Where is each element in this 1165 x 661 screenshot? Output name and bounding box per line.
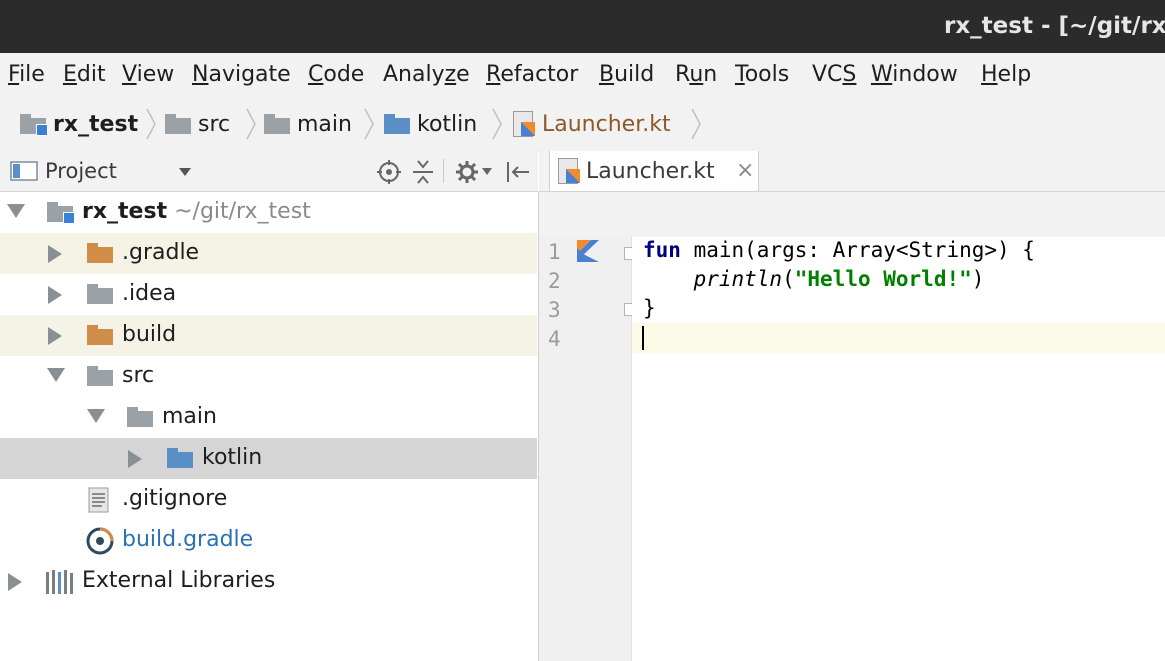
- tree-node-build[interactable]: build: [0, 315, 537, 356]
- folder-icon: [127, 407, 153, 427]
- tree-node-main[interactable]: main: [0, 397, 537, 438]
- close-tab-icon[interactable]: ×: [736, 158, 754, 183]
- tab-launcher-kt[interactable]: Launcher.kt ×: [549, 151, 759, 191]
- hide-panel-icon[interactable]: [505, 160, 531, 184]
- expand-arrow-icon[interactable]: [87, 409, 105, 423]
- line-number: 1: [548, 240, 561, 264]
- source-folder-icon: [384, 114, 410, 134]
- project-view-selector[interactable]: Project: [45, 159, 117, 183]
- editor-tab-bar: Launcher.kt ×: [539, 151, 1165, 192]
- module-folder-icon: [20, 114, 48, 136]
- menu-bar: File Edit View Navigate Code Analyze Ref…: [0, 53, 1165, 97]
- text-file-icon: [88, 487, 109, 513]
- breadcrumb-main[interactable]: main: [264, 97, 352, 151]
- menu-help[interactable]: Help: [981, 62, 1031, 87]
- toolbar-divider: [443, 159, 444, 183]
- excluded-folder-icon: [87, 325, 113, 345]
- module-folder-icon: [47, 202, 75, 224]
- line-number: 2: [548, 269, 561, 293]
- collapsed-arrow-icon[interactable]: [48, 286, 62, 304]
- text-caret: [642, 326, 644, 350]
- kotlin-file-icon: [513, 111, 535, 137]
- library-icon: [46, 570, 73, 594]
- menu-view[interactable]: View: [122, 62, 174, 87]
- chevron-right-icon: [364, 108, 374, 140]
- expand-arrow-icon[interactable]: [7, 204, 25, 218]
- expand-arrow-icon[interactable]: [47, 368, 65, 382]
- folder-icon: [87, 366, 113, 386]
- menu-edit[interactable]: Edit: [63, 62, 106, 87]
- current-line-highlight: [632, 323, 1165, 353]
- tree-node-idea[interactable]: .idea: [0, 274, 537, 315]
- code-line-2: println("Hello World!"): [693, 267, 985, 291]
- tree-node-external-libraries[interactable]: External Libraries: [0, 561, 537, 602]
- tree-node-build-gradle[interactable]: build.gradle: [0, 520, 537, 561]
- breadcrumb-kotlin[interactable]: kotlin: [384, 97, 477, 151]
- collapsed-arrow-icon[interactable]: [128, 450, 142, 468]
- locate-file-icon[interactable]: [377, 160, 401, 184]
- chevron-right-icon: [146, 108, 156, 140]
- window-title: rx_test - [~/git/rx: [944, 13, 1165, 39]
- breadcrumb-src[interactable]: src: [165, 97, 230, 151]
- chevron-right-icon: [492, 108, 502, 140]
- folder-icon: [165, 114, 191, 134]
- menu-vcs[interactable]: VCS: [812, 62, 856, 87]
- code-line-1: fun main(args: Array<String>) {: [643, 238, 1035, 262]
- project-tree: rx_test ~/git/rx_test .gradle .idea buil…: [0, 192, 539, 661]
- line-number: 3: [548, 298, 561, 322]
- breadcrumb-rx-test[interactable]: rx_test: [20, 97, 138, 151]
- dropdown-arrow-icon[interactable]: [178, 167, 192, 177]
- run-main-icon[interactable]: [577, 240, 599, 262]
- tree-node-kotlin[interactable]: kotlin: [0, 438, 537, 479]
- excluded-folder-icon: [87, 243, 113, 263]
- menu-build[interactable]: Build: [599, 62, 654, 87]
- breadcrumb-launcher-kt[interactable]: Launcher.kt: [513, 97, 671, 151]
- tree-node-gradle-dir[interactable]: .gradle: [0, 233, 537, 274]
- tree-node-rx-test[interactable]: rx_test ~/git/rx_test: [0, 192, 537, 233]
- menu-window[interactable]: Window: [871, 62, 958, 87]
- tree-node-gitignore[interactable]: .gitignore: [0, 479, 537, 520]
- chevron-right-icon: [691, 108, 701, 140]
- tree-node-src[interactable]: src: [0, 356, 537, 397]
- kotlin-file-icon: [558, 158, 580, 184]
- editor-header-strip: [539, 192, 1165, 237]
- gear-dropdown-arrow-icon[interactable]: [482, 168, 492, 176]
- line-number: 4: [548, 327, 561, 351]
- window-titlebar: rx_test - [~/git/rx: [0, 0, 1165, 53]
- menu-analyze[interactable]: Analyze: [383, 62, 470, 87]
- code-line-3: }: [643, 296, 656, 320]
- project-view-icon: [10, 161, 38, 181]
- menu-refactor[interactable]: Refactor: [486, 62, 578, 87]
- collapsed-arrow-icon[interactable]: [8, 573, 22, 591]
- code-editor[interactable]: [632, 237, 1165, 661]
- chevron-right-icon: [246, 108, 256, 140]
- collapse-all-icon[interactable]: [411, 159, 435, 185]
- gear-icon[interactable]: [455, 160, 479, 184]
- breadcrumb: rx_test src main kotlin Launcher.kt: [0, 97, 1165, 152]
- collapsed-arrow-icon[interactable]: [48, 327, 62, 345]
- project-panel-header: Project: [0, 151, 538, 192]
- folder-icon: [264, 114, 290, 134]
- menu-code[interactable]: Code: [308, 62, 364, 87]
- menu-run[interactable]: Run: [675, 62, 717, 87]
- gradle-file-icon: [86, 527, 114, 555]
- folder-icon: [87, 284, 113, 304]
- menu-file[interactable]: File: [8, 62, 45, 87]
- source-folder-icon: [167, 448, 193, 468]
- menu-tools[interactable]: Tools: [735, 62, 789, 87]
- menu-navigate[interactable]: Navigate: [192, 62, 291, 87]
- collapsed-arrow-icon[interactable]: [48, 245, 62, 263]
